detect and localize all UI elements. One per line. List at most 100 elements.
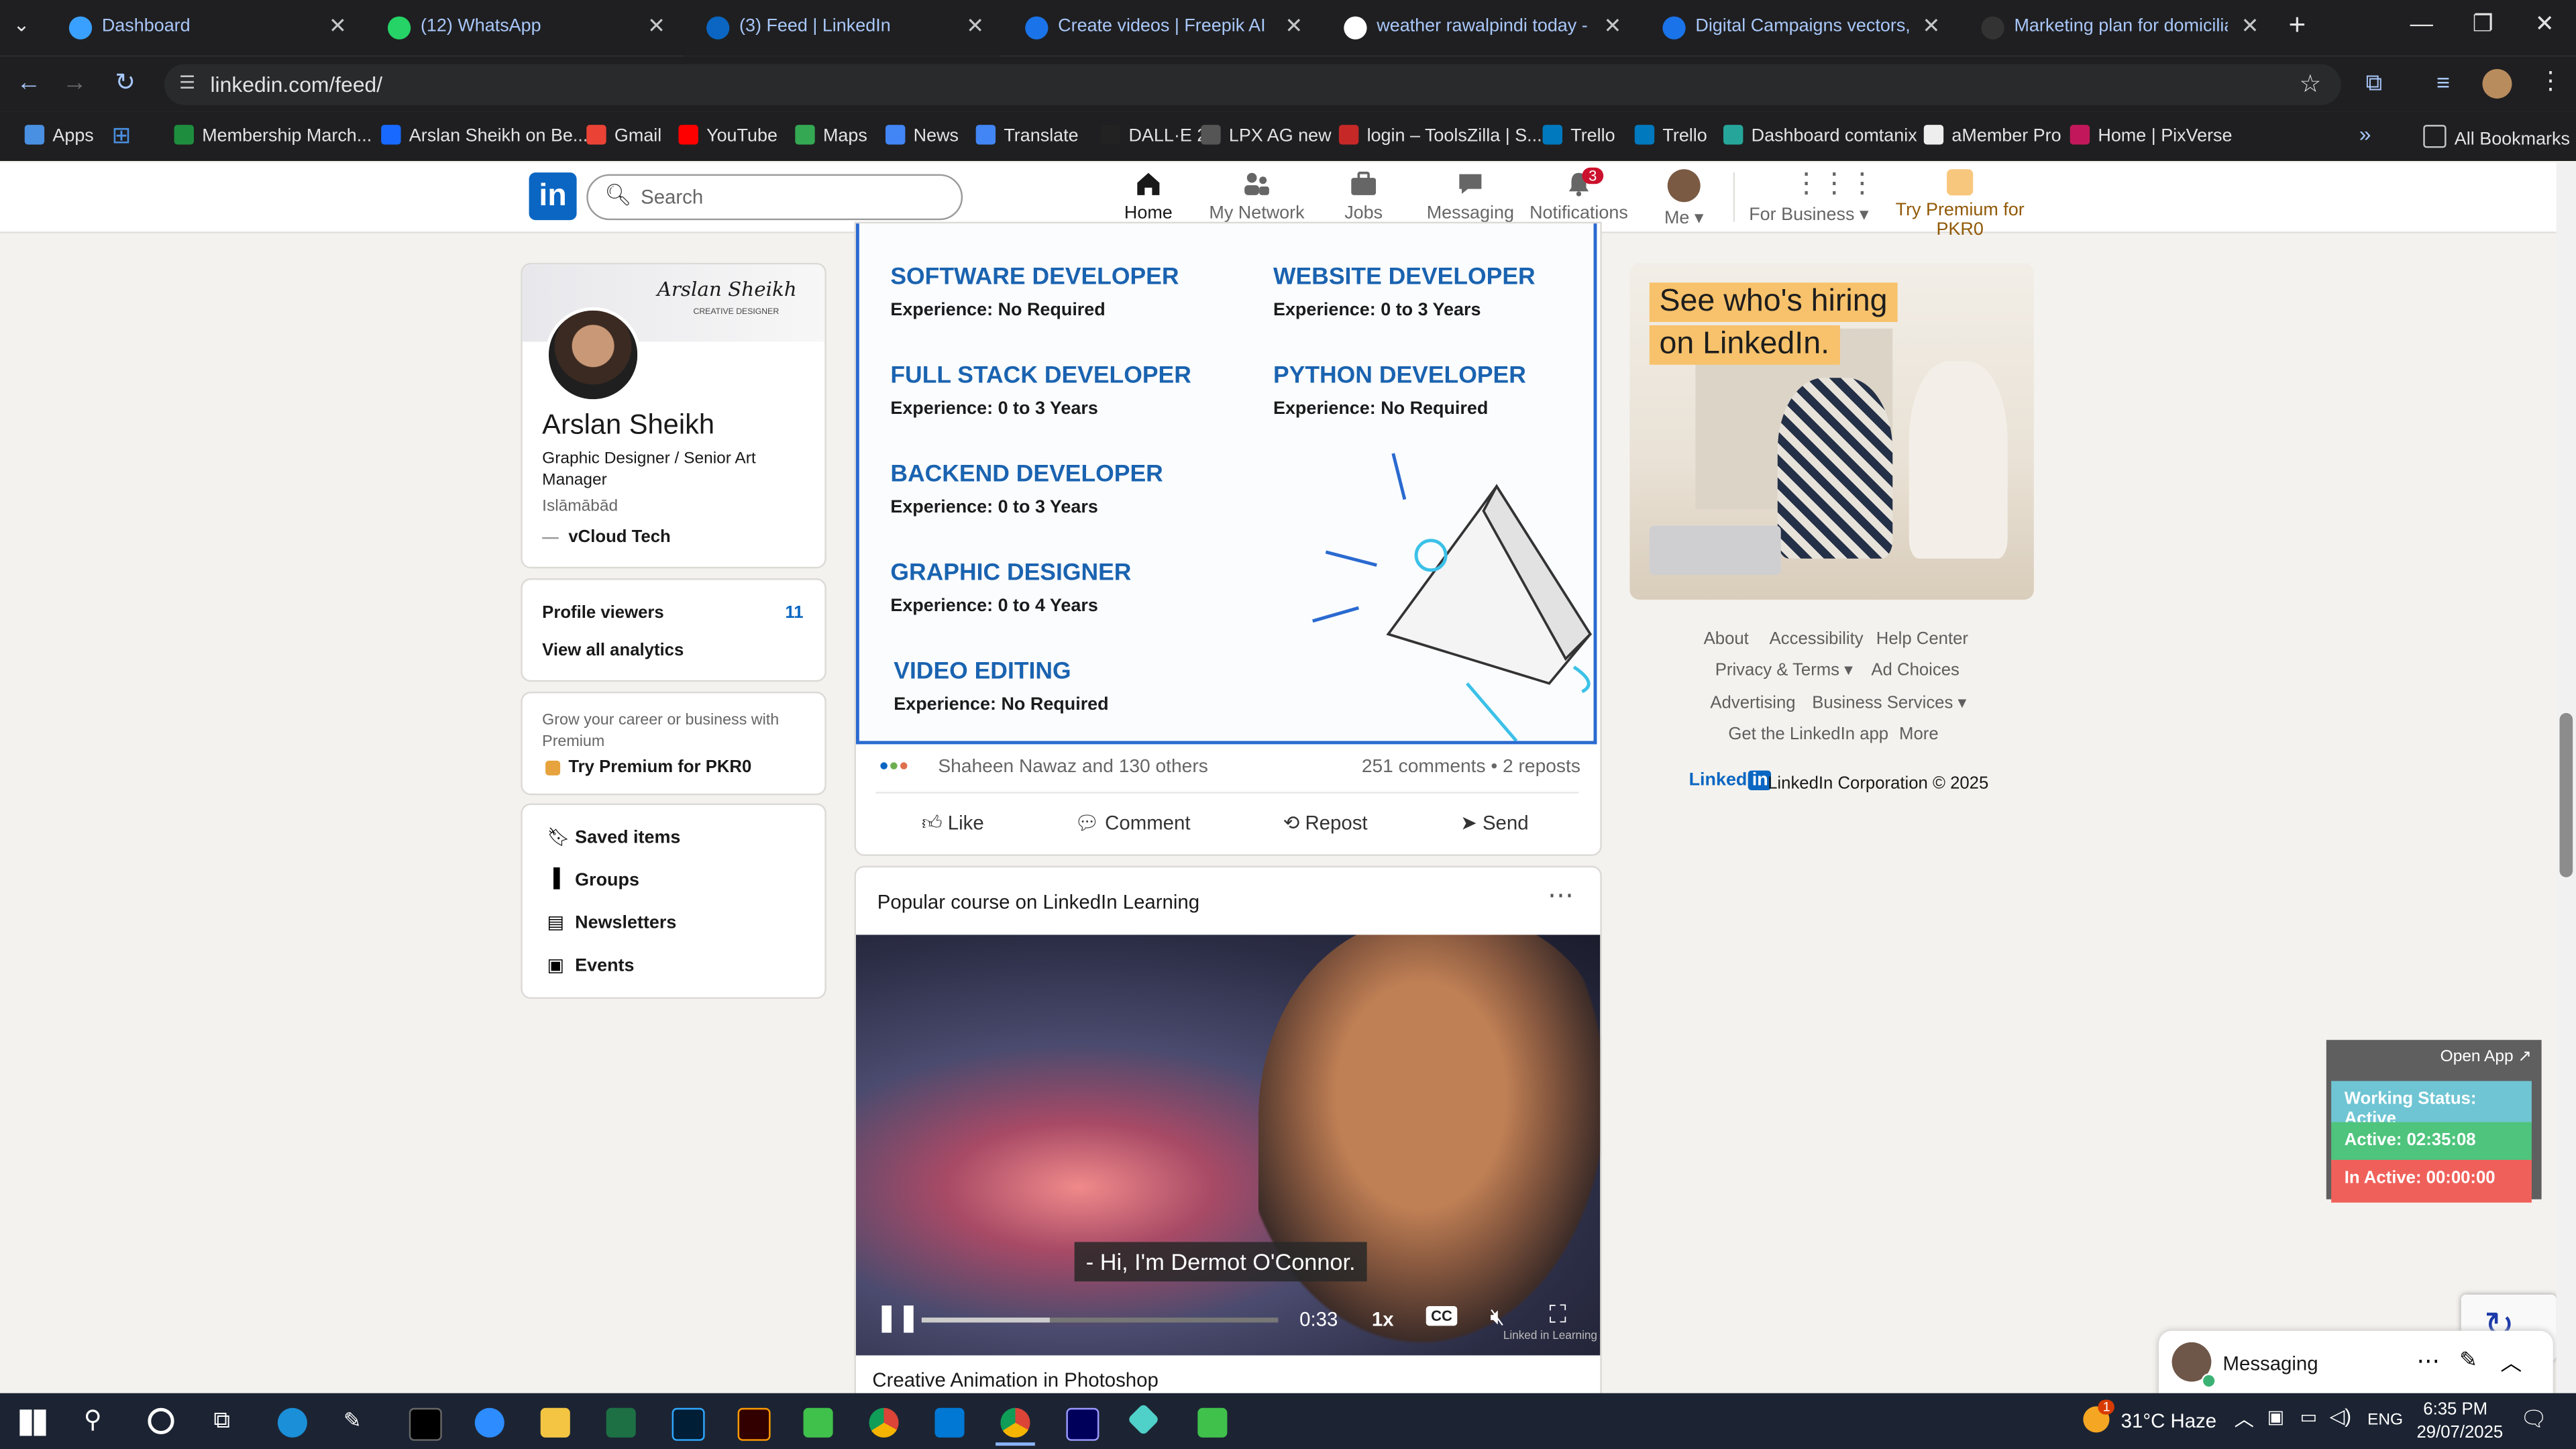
search-taskbar-icon[interactable]: ⚲ [84,1405,102,1434]
tab-close-icon[interactable]: ✕ [1923,13,1941,40]
premiere-icon[interactable] [1066,1407,1099,1441]
bookmark-item[interactable]: Maps [795,125,867,146]
start-icon[interactable] [19,1409,46,1436]
bookmark-item[interactable]: Trello [1634,125,1707,146]
browser-tab[interactable]: Marketing plan for domiciliary ✕ [1958,0,2275,56]
grid-icon[interactable]: ⊞ [112,121,131,150]
premium-card-link[interactable]: Try Premium for PKR0 [568,757,751,777]
cortana-icon[interactable] [148,1407,174,1434]
footer-about[interactable]: About [1704,629,1749,649]
newsletters-link[interactable]: Newsletters [575,914,676,933]
fullscreen-icon[interactable]: ⛶ [1549,1301,1566,1330]
nav-my-network[interactable]: My Network [1199,169,1314,223]
bookmark-item[interactable]: News [885,125,959,146]
linkedin-logo[interactable]: in [529,172,577,221]
vscode-icon[interactable] [934,1407,965,1438]
address-bar[interactable]: ☰ linkedin.com/feed/ ☆ [164,64,2341,105]
nav-messaging[interactable]: Messaging [1413,169,1527,223]
scrollbar-thumb[interactable] [2559,712,2573,877]
comment-button[interactable]: 💬︎ Comment [1075,812,1191,835]
star-icon[interactable]: ☆ [2299,69,2321,99]
back-icon[interactable]: ← [16,69,41,97]
edge-icon[interactable] [277,1407,307,1438]
footer-help-center[interactable]: Help Center [1876,629,1968,649]
tab-close-icon[interactable]: ✕ [1603,13,1621,40]
pen-icon[interactable]: ✎ [343,1408,373,1438]
groups-link[interactable]: Groups [575,871,639,890]
repost-button[interactable]: ⟲ Repost [1283,812,1368,835]
media-icon[interactable]: ≡ [2436,69,2450,95]
video-player[interactable]: - Hi, I'm Dermot O'Connor. ❚❚ 0:33 1x CC… [855,934,1601,1356]
compose-icon[interactable]: ✎ [2459,1347,2477,1373]
more-options-icon[interactable]: ⋯ [1548,879,1574,912]
file-explorer-icon[interactable] [540,1407,570,1438]
tray-chevron-icon[interactable]: ︿ [2235,1405,2254,1433]
bookmark-item[interactable]: login – ToolsZilla | S... [1338,125,1542,146]
volume-icon[interactable]: ◁) [2330,1405,2351,1428]
bookmark-apps[interactable]: Apps [24,125,94,146]
like-button[interactable]: 👍︎ Like [922,812,984,837]
footer-accessibility[interactable]: Accessibility [1770,629,1864,649]
messaging-bar[interactable]: Messaging ⋯ ✎ ︿ [2158,1330,2553,1397]
profile-viewers-count[interactable]: 11 [785,603,803,623]
tracker-open-app[interactable]: Open App ↗ [2440,1048,2532,1066]
browser-tab[interactable]: Digital Campaigns vectors, pho ✕ [1640,0,1957,56]
illustrator-icon[interactable] [737,1407,771,1441]
bookmark-item[interactable]: DALL·E 2 [1100,125,1207,146]
bookmark-item[interactable]: Dashboard comtanix [1723,125,1917,146]
bookmark-item[interactable]: YouTube [678,125,777,146]
browser-tab[interactable]: (12) WhatsApp ✕ [365,0,682,56]
more-bookmarks-icon[interactable]: » [2359,121,2371,146]
green-app-icon[interactable] [803,1407,833,1438]
profile-photo[interactable] [545,307,641,403]
profile-avatar[interactable] [2482,68,2512,99]
bookmark-item[interactable]: Arslan Sheikh on Be... [381,125,588,146]
send-button[interactable]: ➤ Send [1460,812,1528,835]
terminal-icon[interactable] [409,1407,442,1441]
footer-get-app[interactable]: Get the LinkedIn app [1728,724,1888,744]
post-image[interactable]: SOFTWARE DEVELOPER Experience: No Require… [855,223,1597,745]
profile-viewers-label[interactable]: Profile viewers [542,603,664,623]
extensions-icon[interactable]: ⧉ [2366,69,2382,97]
task-view-icon[interactable]: ⧉ [213,1406,229,1434]
nav-for-business[interactable]: ⋮⋮⋮ For Business ▾ [1745,168,1876,225]
photoshop-icon[interactable] [672,1407,705,1441]
chrome-active-icon[interactable] [1000,1407,1030,1438]
bookmark-item[interactable]: Home | PixVerse [2070,125,2233,146]
browser-tab[interactable]: Dashboard ✕ [46,0,364,56]
nav-home[interactable]: Home [1091,169,1205,223]
footer-business-services[interactable]: Business Services ▾ [1812,693,1966,712]
profile-company[interactable]: vCloud Tech [568,527,670,547]
footer-ad-choices[interactable]: Ad Choices [1871,660,1960,680]
progress-track[interactable] [921,1318,1279,1323]
tab-close-icon[interactable]: ✕ [1285,13,1303,40]
view-analytics-link[interactable]: View all analytics [542,641,684,660]
profile-name[interactable]: Arslan Sheikh [542,409,714,442]
events-link[interactable]: Events [575,956,634,975]
browser-tab[interactable]: (3) Feed | LinkedIn ✕ [683,0,1001,56]
bookmark-item[interactable]: Membership March... [174,125,372,146]
language-indicator[interactable]: ENG [2367,1411,2403,1430]
excel-icon[interactable] [606,1407,636,1438]
search-input[interactable]: 🔍︎ Search [586,174,963,221]
bookmark-item[interactable]: aMember Pro [1923,125,2061,146]
site-info-icon[interactable]: ☰ [179,72,195,93]
browser-tab[interactable]: weather rawalpindi today - Goo ✕ [1321,0,1638,56]
footer-advertising[interactable]: Advertising [1710,693,1795,712]
bookmark-item[interactable]: Gmail [586,125,661,146]
tab-close-icon[interactable]: ✕ [966,13,984,40]
tab-close-icon[interactable]: ✕ [329,13,347,40]
new-tab-button[interactable]: + [2288,8,2306,42]
speed-button[interactable]: 1x [1372,1307,1394,1330]
bookmark-item[interactable]: Trello [1542,125,1615,146]
bookmark-item[interactable]: Translate [975,125,1079,146]
reactions-text[interactable]: Shaheen Nawaz and 130 others [938,757,1208,777]
chrome-icon[interactable] [869,1407,899,1438]
footer-more[interactable]: More [1899,724,1939,744]
cc-button[interactable]: CC [1426,1305,1458,1326]
course-title[interactable]: Creative Animation in Photoshop [872,1368,1158,1391]
reaction-icons[interactable]: ●●● [879,757,908,775]
minimize-button[interactable]: — [2410,10,2433,36]
close-window-button[interactable]: ✕ [2535,10,2555,38]
tray-device-icon[interactable]: ▣ [2267,1406,2284,1428]
